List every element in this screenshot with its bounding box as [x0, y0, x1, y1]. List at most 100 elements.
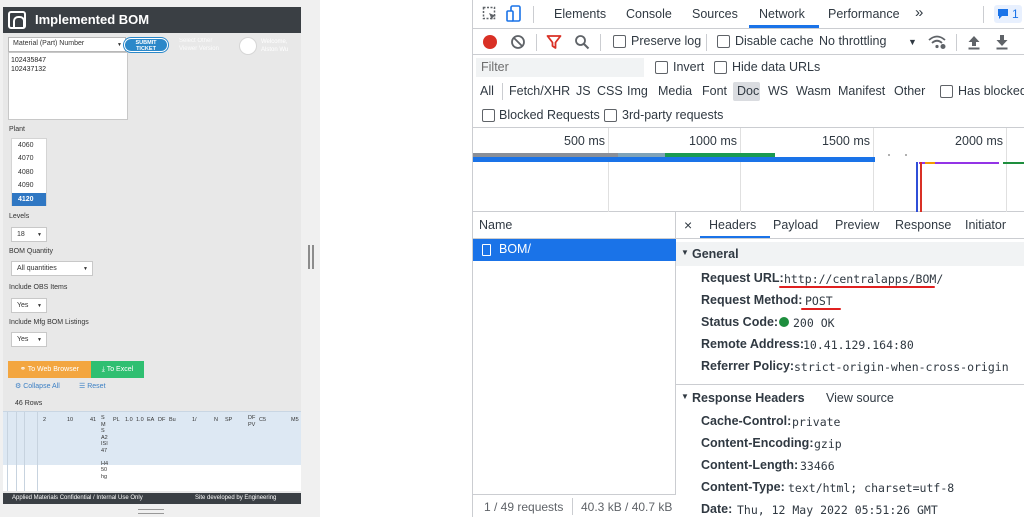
inspect-element-icon[interactable] — [482, 6, 498, 22]
red-underline-annotation — [779, 286, 935, 288]
tab-elements[interactable]: Elements — [554, 7, 606, 21]
to-excel-button[interactable]: ⤓ To Excel — [91, 361, 144, 378]
filter-icon[interactable] — [546, 34, 562, 50]
plant-option[interactable]: 4090 — [12, 179, 46, 192]
to-web-browser-button[interactable]: ⚭ To Web Browser — [8, 361, 91, 378]
type-filter-other[interactable]: Other — [894, 84, 925, 98]
chevron-down-icon: ▼ — [117, 42, 122, 48]
content-encoding-label: Content-Encoding: — [701, 436, 814, 450]
view-source-link[interactable]: View source — [826, 391, 894, 405]
has-blocked-cookies-checkbox[interactable] — [940, 85, 953, 98]
bom-table: 2 10 41 S M S A2 ISI 47 H4 50 hg PL 1.0 … — [3, 411, 301, 491]
table-cell: S M S A2 ISI 47 H4 50 hg — [101, 415, 109, 480]
type-filter-ws[interactable]: WS — [768, 84, 788, 98]
status-code-value: 200 OK — [793, 316, 835, 330]
obs-items-label: Include OBS Items — [9, 284, 68, 291]
tab-initiator[interactable]: Initiator — [965, 218, 1006, 232]
request-details-panel: × Headers Payload Preview Response Initi… — [676, 212, 1024, 517]
device-toolbar-icon[interactable] — [506, 5, 522, 23]
issues-counter-button[interactable]: 1 — [994, 5, 1022, 23]
tab-network[interactable]: Network — [759, 7, 805, 21]
request-row-selected[interactable]: BOM/ — [473, 239, 676, 261]
type-filter-img[interactable]: Img — [627, 84, 648, 98]
levels-label: Levels — [9, 213, 30, 220]
devtools-panel: Elements Console Sources Network Perform… — [472, 0, 1024, 517]
throttling-select[interactable]: No throttling — [819, 34, 886, 48]
hide-data-urls-checkbox[interactable] — [714, 61, 727, 74]
tab-performance[interactable]: Performance — [828, 7, 900, 21]
type-filter-all[interactable]: All — [480, 84, 494, 98]
collapse-all-link[interactable]: ⚙ Collapse All — [15, 382, 60, 390]
disable-cache-checkbox[interactable] — [717, 35, 730, 48]
submit-ticket-button[interactable]: SUBMIT TICKET — [124, 38, 168, 52]
tab-sources[interactable]: Sources — [692, 7, 738, 21]
timeline-tick-label: 1500 ms — [822, 134, 870, 148]
more-tabs-button[interactable]: » — [915, 4, 923, 21]
status-code-label: Status Code: — [701, 315, 779, 329]
type-filter-js[interactable]: JS — [576, 84, 591, 98]
plant-option[interactable]: 4070 — [12, 152, 46, 165]
expand-triangle-icon: ▼ — [681, 248, 689, 257]
timeline-gridline — [873, 128, 874, 212]
network-overview-timeline[interactable]: 500 ms 1000 ms 1500 ms 2000 ms — [473, 128, 1024, 212]
type-filter-font[interactable]: Font — [702, 84, 727, 98]
to-excel-label: To Excel — [106, 366, 134, 373]
name-column-header[interactable]: Name — [473, 212, 676, 239]
select-other-viewer-link[interactable]: Select Other Viewer Version — [179, 37, 219, 53]
bom-quantity-select[interactable]: All quantities ▼ — [11, 261, 93, 276]
blocked-requests-checkbox[interactable] — [482, 109, 495, 122]
type-filter-css[interactable]: CSS — [597, 84, 623, 98]
export-har-icon[interactable] — [995, 33, 1009, 50]
request-method-value: POST — [805, 294, 833, 308]
tab-payload[interactable]: Payload — [773, 218, 818, 232]
filter-bar: Filter Invert Hide data URLs — [473, 55, 1024, 79]
plant-option[interactable]: 4080 — [12, 166, 46, 179]
obs-items-select[interactable]: Yes ▼ — [11, 298, 47, 313]
record-icon[interactable] — [483, 35, 497, 49]
search-icon[interactable] — [574, 34, 590, 50]
third-party-requests-checkbox[interactable] — [604, 109, 617, 122]
network-conditions-icon[interactable] — [928, 34, 946, 50]
issues-count: 1 — [1012, 7, 1019, 21]
reset-link[interactable]: ☰ Reset — [79, 382, 106, 390]
tab-preview[interactable]: Preview — [835, 218, 879, 232]
type-filter-manifest[interactable]: Manifest — [838, 84, 885, 98]
close-icon[interactable]: × — [684, 217, 692, 233]
type-filter-wasm[interactable]: Wasm — [796, 84, 831, 98]
bottom-resize-handle[interactable] — [138, 509, 164, 514]
type-filter-media[interactable]: Media — [658, 84, 692, 98]
response-headers-section-header[interactable]: ▼ Response Headers View source — [676, 384, 1024, 408]
splitter-handle[interactable] — [308, 245, 314, 269]
chevron-down-icon: ▼ — [37, 303, 42, 309]
network-status-bar: 1 / 49 requests 40.3 kB / 40.7 kB — [473, 494, 676, 517]
plant-listbox[interactable]: 4060 4070 4080 4090 4120 — [11, 138, 47, 206]
table-cell: PL — [113, 417, 120, 423]
remote-address-value: 10.41.129.164:80 — [803, 338, 914, 352]
general-section-header[interactable]: ▼ General — [676, 242, 1024, 266]
filter-placeholder: Filter — [481, 60, 509, 74]
import-har-icon[interactable] — [967, 33, 981, 50]
bom-quantity-select-value: All quantities — [17, 265, 57, 272]
clear-icon[interactable] — [510, 34, 526, 50]
plant-option[interactable]: 4060 — [12, 139, 46, 152]
tab-console[interactable]: Console — [626, 7, 672, 21]
preserve-log-checkbox[interactable] — [613, 35, 626, 48]
date-label: Date: — [701, 502, 733, 516]
tab-response[interactable]: Response — [895, 218, 951, 232]
active-tab-indicator — [749, 25, 819, 28]
material-type-select[interactable]: Material (Part) Number ▼ — [8, 37, 126, 52]
part-number-textarea[interactable]: 102435847 102437132 — [8, 52, 128, 120]
tab-headers[interactable]: Headers — [709, 218, 756, 232]
toolbar-separator — [572, 498, 573, 515]
filter-input[interactable]: Filter — [476, 58, 644, 77]
invert-checkbox[interactable] — [655, 61, 668, 74]
type-filter-doc[interactable]: Doc — [737, 84, 759, 98]
levels-select-value: 18 — [17, 231, 25, 238]
mfg-bom-select[interactable]: Yes ▼ — [11, 332, 47, 347]
table-cell: 1.0 — [125, 417, 133, 423]
plant-option-selected[interactable]: 4120 — [12, 192, 46, 206]
levels-select[interactable]: 18 ▼ — [11, 227, 47, 242]
column-divider — [16, 412, 17, 491]
chevron-down-icon[interactable]: ▼ — [908, 37, 917, 47]
type-filter-fetch-xhr[interactable]: Fetch/XHR — [509, 84, 570, 98]
